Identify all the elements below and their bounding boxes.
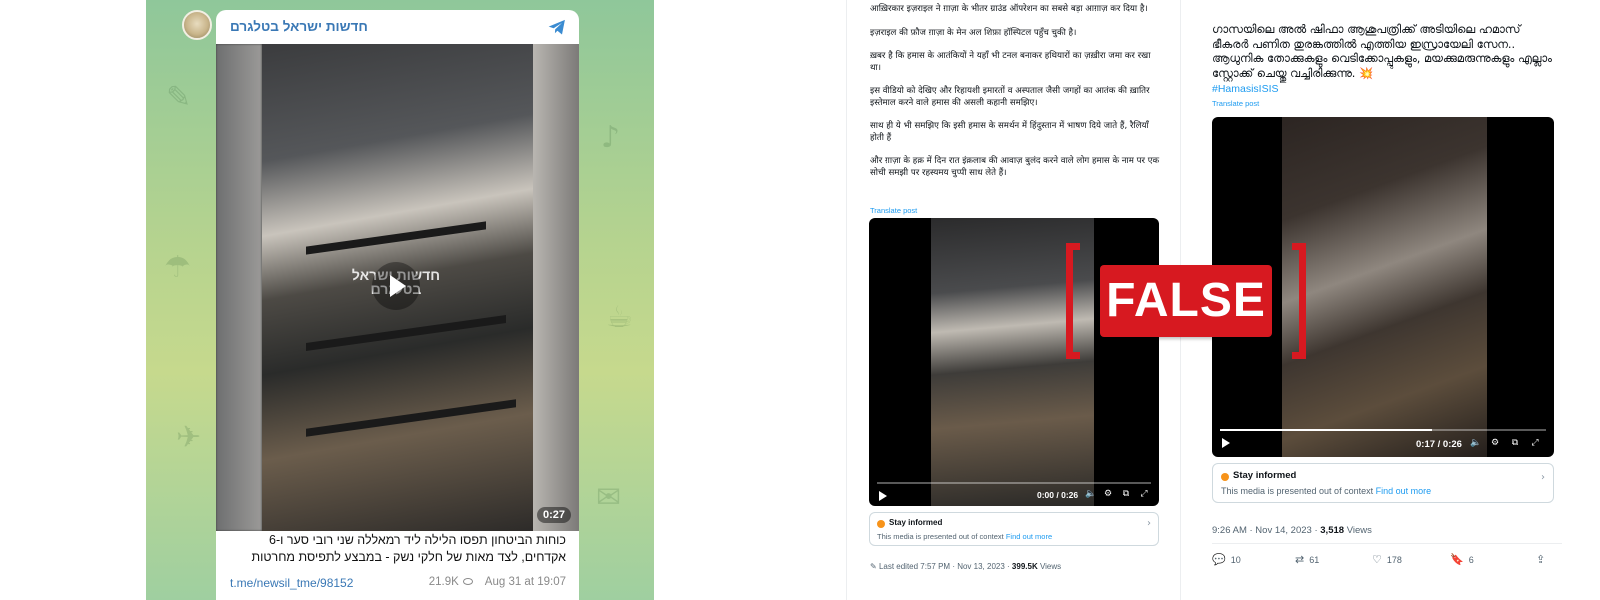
info-icon	[1221, 473, 1229, 481]
message-date: Aug 31 at 19:07	[484, 576, 566, 588]
message-meta: 21.9K Aug 31 at 19:07	[429, 576, 566, 588]
background-doodle: ✉	[596, 480, 622, 515]
translate-post-link[interactable]: Translate post	[870, 206, 917, 215]
view-count: 21.9K	[428, 576, 459, 588]
video-time: 0:00 / 0:26	[1037, 490, 1079, 500]
notice-body: This media is presented out of context F…	[877, 532, 1053, 541]
video-frame	[1282, 117, 1487, 457]
telegram-message-header: חדשות ישראל בטלגרם	[216, 10, 579, 44]
tweet-paragraph: और ग़ाज़ा के हक़ में दिन रात इंक़लाब की …	[870, 156, 1160, 178]
bookmark-count: 6	[1468, 555, 1474, 565]
tweet-text: आख़िरकार इज़राइल ने ग़ाज़ा के भीतर ग्राउ…	[870, 4, 1160, 191]
repost-count: 61	[1309, 555, 1320, 565]
message-caption: כוחות הביטחון תפסו הלילה ליד רמאללה שני …	[251, 533, 566, 564]
background-doodle: ✎	[166, 80, 192, 115]
telegram-message-card: חדשות ישראל בטלגרם חדשות ישראל בטלגרם 0:…	[216, 10, 579, 600]
message-link[interactable]: t.me/newsil_tme/98152	[230, 576, 353, 590]
context-notice[interactable]: Stay informed This media is presented ou…	[869, 512, 1159, 546]
repost-icon: ⇄	[1295, 553, 1305, 566]
tweet-paragraph: इज़राइल की फ़ौज ग़ाज़ा के मेन अल शिफ़ा ह…	[870, 27, 1077, 38]
eye-icon	[462, 577, 473, 585]
telegram-post-panel: ✎ ☂ ✈ ♪ ☕ ✉ חדשות ישראל בטלגרם חדשות ישר…	[146, 0, 654, 600]
background-doodle: ☂	[164, 250, 191, 285]
edited-label[interactable]: Last edited 7:57 PM · Nov 13, 2023 ·	[879, 562, 1010, 571]
bookmark-button[interactable]: 🔖 6	[1450, 553, 1474, 566]
stamp-bracket-right	[1292, 243, 1306, 359]
fullscreen-icon[interactable]: ⤢	[1530, 438, 1540, 448]
channel-avatar[interactable]	[182, 10, 212, 40]
reply-icon: 💬	[1212, 553, 1226, 566]
settings-icon[interactable]: ⚙	[1103, 489, 1113, 499]
translate-post-link[interactable]: Translate post	[1212, 99, 1259, 108]
stamp-label: FALSE	[1100, 265, 1272, 337]
repost-button[interactable]: ⇄ 61	[1295, 553, 1319, 566]
volume-icon[interactable]: 🔈	[1085, 489, 1096, 499]
tweet-paragraph: ख़बर है कि हमास के आतंकियों ने यहाँ भी ट…	[870, 51, 1151, 73]
tweet-paragraph: साथ ही ये भी समझिए कि इसी हमास के समर्थन…	[870, 121, 1149, 143]
play-icon[interactable]	[879, 491, 887, 501]
share-icon: ⇪	[1536, 553, 1546, 566]
hashtag-link[interactable]: #HamasisISIS	[1212, 83, 1279, 95]
share-button[interactable]: ⇪	[1536, 553, 1550, 566]
chevron-right-icon: ›	[1147, 518, 1151, 529]
heart-icon: ♡	[1372, 553, 1382, 566]
bookmark-icon: 🔖	[1450, 553, 1464, 566]
tweet-text: ഗാസയിലെ അൽ ഷിഫാ ആശുപത്രിക്ക് അടിയിലെ ഹമാ…	[1212, 22, 1552, 80]
views-label: Views	[1039, 562, 1062, 571]
video-progress-fill	[1220, 429, 1432, 431]
pip-icon[interactable]: ⧉	[1121, 489, 1131, 499]
view-count: 399.5K	[1011, 562, 1038, 571]
video-blur-left	[216, 44, 262, 531]
video-controls: 0:00 / 0:26 🔈 ⚙ ⧉ ⤢	[869, 482, 1159, 506]
background-doodle: ✈	[176, 420, 202, 455]
notice-body: This media is presented out of context F…	[1221, 486, 1432, 496]
tweet-paragraph: इस वीडियो को देखिए और रिहायशी इमारतों व …	[870, 86, 1150, 108]
channel-name[interactable]: חדשות ישראל בטלגרם	[230, 19, 368, 34]
video-time: 0:17 / 0:26	[1416, 439, 1462, 450]
context-notice[interactable]: Stay informed This media is presented ou…	[1212, 463, 1554, 503]
tweet-timestamp-meta: 9:26 AM · Nov 14, 2023 · 3,518 Views	[1212, 525, 1372, 536]
chevron-right-icon: ›	[1541, 472, 1545, 483]
background-doodle: ♪	[601, 120, 621, 155]
find-out-more-link[interactable]: Find out more	[1006, 532, 1052, 541]
find-out-more-link[interactable]: Find out more	[1376, 486, 1432, 496]
volume-icon[interactable]: 🔈	[1470, 438, 1481, 448]
video-blur-right	[533, 44, 579, 531]
fullscreen-icon[interactable]: ⤢	[1139, 489, 1149, 499]
play-icon[interactable]	[1222, 438, 1230, 448]
divider	[1212, 543, 1562, 544]
video-controls: 0:17 / 0:26 🔈 ⚙ ⧉ ⤢	[1212, 429, 1554, 457]
video-progress-bar[interactable]	[1220, 429, 1546, 431]
tweet-timestamp[interactable]: 9:26 AM · Nov 14, 2023 ·	[1212, 525, 1318, 536]
tweet-edit-meta: ✎ Last edited 7:57 PM · Nov 13, 2023 · 3…	[870, 562, 1061, 571]
like-button[interactable]: ♡ 178	[1372, 553, 1402, 566]
false-verdict-stamp: FALSE	[1066, 243, 1306, 359]
reply-button[interactable]: 💬 10	[1212, 553, 1241, 566]
screenshot-collage: ✎ ☂ ✈ ♪ ☕ ✉ חדשות ישראל בטלגרם חדשות ישר…	[0, 0, 1600, 600]
telegram-video[interactable]: חדשות ישראל בטלגרם 0:27	[216, 44, 579, 531]
info-icon	[877, 520, 885, 528]
video-progress-bar[interactable]	[877, 482, 1151, 484]
tweet-paragraph: आख़िरकार इज़राइल ने ग़ाज़ा के भीतर ग्राउ…	[870, 4, 1148, 14]
like-count: 178	[1386, 555, 1402, 565]
notice-title: Stay informed	[889, 518, 943, 527]
settings-icon[interactable]: ⚙	[1490, 438, 1500, 448]
pip-icon[interactable]: ⧉	[1510, 438, 1520, 448]
pencil-icon: ✎	[870, 562, 877, 571]
video-duration: 0:27	[536, 507, 571, 523]
background-doodle: ☕	[606, 300, 633, 335]
notice-title: Stay informed	[1233, 470, 1297, 481]
column-divider	[846, 0, 847, 600]
reply-count: 10	[1230, 555, 1241, 565]
stamp-bracket-left	[1066, 243, 1080, 359]
views-label: Views	[1346, 525, 1372, 536]
view-count: 3,518	[1320, 525, 1345, 536]
play-icon[interactable]	[372, 262, 420, 310]
message-footer: t.me/newsil_tme/98152 21.9K Aug 31 at 19:…	[230, 576, 566, 592]
telegram-icon[interactable]	[547, 17, 567, 37]
